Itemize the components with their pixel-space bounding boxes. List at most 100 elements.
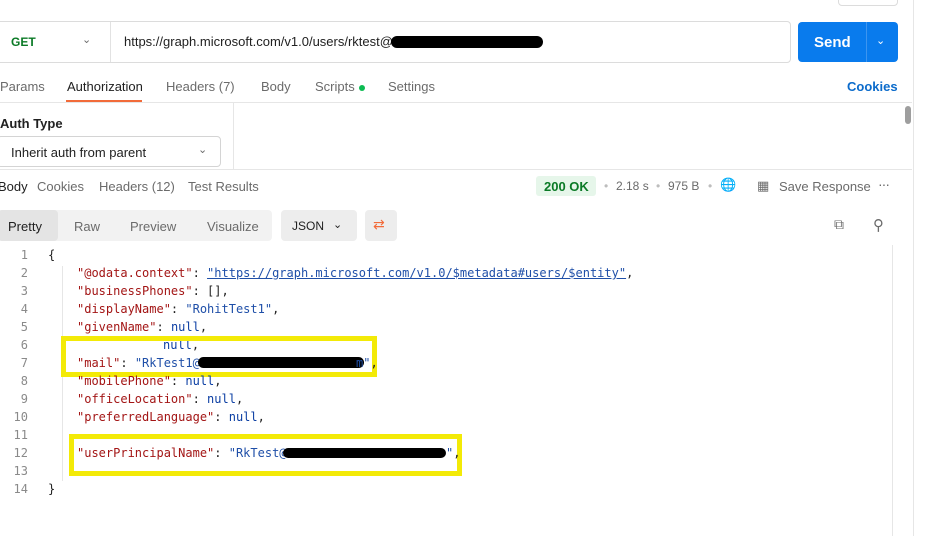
json-key: "mail" — [77, 356, 121, 370]
line-number: 3 — [20, 284, 28, 298]
json-key: "givenName" — [77, 320, 157, 334]
json-key: "preferredLanguage" — [77, 410, 215, 424]
separator-dot: • — [604, 179, 609, 193]
divider — [233, 103, 234, 169]
cookies-link[interactable]: Cookies — [847, 79, 898, 94]
network-globe-icon[interactable]: 🌐 — [720, 177, 736, 193]
line-number: 14 — [13, 482, 28, 496]
code-line: ", — [446, 446, 461, 460]
response-tab-test-results[interactable]: Test Results — [188, 179, 259, 194]
tab-body[interactable]: Body — [261, 79, 291, 94]
wrap-lines-icon[interactable]: ⇄ — [373, 216, 385, 233]
send-options-chevron-icon[interactable]: ⌄ — [876, 34, 885, 47]
json-value: " — [446, 446, 454, 460]
view-tab-preview[interactable]: Preview — [130, 219, 176, 234]
json-key: "officeLocation" — [77, 392, 193, 406]
line-number: 12 — [13, 446, 28, 460]
line-number: 11 — [13, 428, 28, 442]
json-key: "userPrincipalName" — [77, 446, 215, 460]
search-icon[interactable]: ⚲ — [873, 216, 884, 234]
json-value: "RohitTest1" — [185, 302, 273, 316]
format-select-value[interactable]: JSON — [292, 219, 324, 233]
panel-divider — [913, 0, 914, 536]
json-value: null — [228, 410, 258, 424]
url-text: https://graph.microsoft.com/v1.0/users/r… — [124, 34, 393, 49]
copy-icon[interactable]: ⧉ — [834, 216, 844, 233]
line-number: 7 — [20, 356, 28, 370]
response-tab-body[interactable]: Body — [0, 179, 28, 194]
json-brace: { — [48, 248, 56, 262]
more-options-icon[interactable]: ··· — [878, 176, 890, 192]
divider — [866, 22, 867, 62]
view-tab-pretty[interactable]: Pretty — [8, 219, 42, 234]
line-number: 8 — [20, 374, 28, 388]
line-number: 4 — [20, 302, 28, 316]
redaction-mark — [283, 448, 446, 458]
json-value: m" — [356, 356, 371, 370]
separator-dot: • — [708, 179, 713, 193]
scrollbar-thumb[interactable] — [905, 106, 911, 124]
json-key: "businessPhones" — [77, 284, 193, 298]
status-dot-icon — [358, 84, 365, 91]
code-line: "businessPhones": [], — [77, 284, 229, 298]
tab-scripts-label: Scripts — [315, 79, 355, 94]
json-value: [] — [207, 284, 222, 298]
line-number: 13 — [13, 464, 28, 478]
tab-settings[interactable]: Settings — [388, 79, 435, 94]
chevron-down-icon[interactable]: ⌄ — [333, 218, 342, 231]
json-value: "RkTest1@ — [134, 356, 200, 370]
divider — [110, 22, 111, 62]
line-number: 6 — [20, 338, 28, 352]
code-line: } — [48, 482, 55, 496]
json-key: "displayName" — [77, 302, 171, 316]
code-line: "@odata.context": "https://graph.microso… — [77, 266, 634, 280]
top-action-button[interactable] — [838, 0, 898, 6]
code-line: m", — [356, 356, 378, 370]
line-number: 2 — [20, 266, 28, 280]
divider — [0, 102, 912, 103]
status-code[interactable]: 200 OK — [544, 179, 589, 194]
tab-params[interactable]: Params — [0, 79, 45, 94]
json-value: null — [207, 392, 236, 406]
code-line: "mobilePhone": null, — [77, 374, 222, 388]
separator-dot: • — [656, 179, 661, 193]
redaction-mark — [198, 357, 364, 368]
code-line: "mail": "RkTest1@ — [77, 356, 200, 370]
line-number: 5 — [20, 320, 28, 334]
chevron-down-icon[interactable]: ⌄ — [82, 33, 91, 46]
view-tab-visualize[interactable]: Visualize — [207, 219, 259, 234]
response-time[interactable]: 2.18 s — [616, 179, 649, 193]
json-brace: } — [48, 482, 56, 496]
response-size[interactable]: 975 B — [668, 179, 699, 193]
line-number: 10 — [13, 410, 28, 424]
save-response-icon[interactable]: ▦ — [757, 178, 769, 194]
redaction-mark — [391, 36, 543, 48]
view-tab-raw[interactable]: Raw — [74, 219, 100, 234]
response-tab-headers[interactable]: Headers (12) — [99, 179, 175, 194]
divider — [892, 245, 893, 536]
auth-type-value[interactable]: Inherit auth from parent — [11, 145, 146, 160]
code-line: "preferredLanguage": null, — [77, 410, 265, 424]
auth-type-label: Auth Type — [0, 116, 63, 131]
json-key: "@odata.context" — [77, 266, 193, 280]
code-line: "givenName": null, — [77, 320, 208, 334]
url-input[interactable]: https://graph.microsoft.com/v1.0/users/r… — [124, 34, 393, 49]
json-value: "RkTest@ — [228, 446, 287, 460]
send-button-label[interactable]: Send — [814, 34, 851, 51]
code-line: "officeLocation": null, — [77, 392, 244, 406]
tab-headers[interactable]: Headers (7) — [166, 79, 235, 94]
code-line: { — [48, 248, 55, 262]
response-tab-cookies[interactable]: Cookies — [37, 179, 84, 194]
chevron-down-icon[interactable]: ⌄ — [198, 143, 207, 156]
divider — [0, 169, 912, 170]
save-response-button[interactable]: Save Response — [779, 179, 871, 194]
line-number: 1 — [20, 248, 28, 262]
code-line: "userPrincipalName": "RkTest@ — [77, 446, 287, 460]
code-line: "displayName": "RohitTest1", — [77, 302, 280, 316]
json-value: null — [170, 320, 200, 334]
method-select[interactable]: GET — [11, 35, 36, 49]
json-key: "mobilePhone" — [77, 374, 171, 388]
json-link-value[interactable]: "https://graph.microsoft.com/v1.0/$metad… — [207, 266, 626, 280]
tab-scripts[interactable]: Scripts — [315, 79, 365, 94]
tab-authorization[interactable]: Authorization — [67, 79, 143, 94]
